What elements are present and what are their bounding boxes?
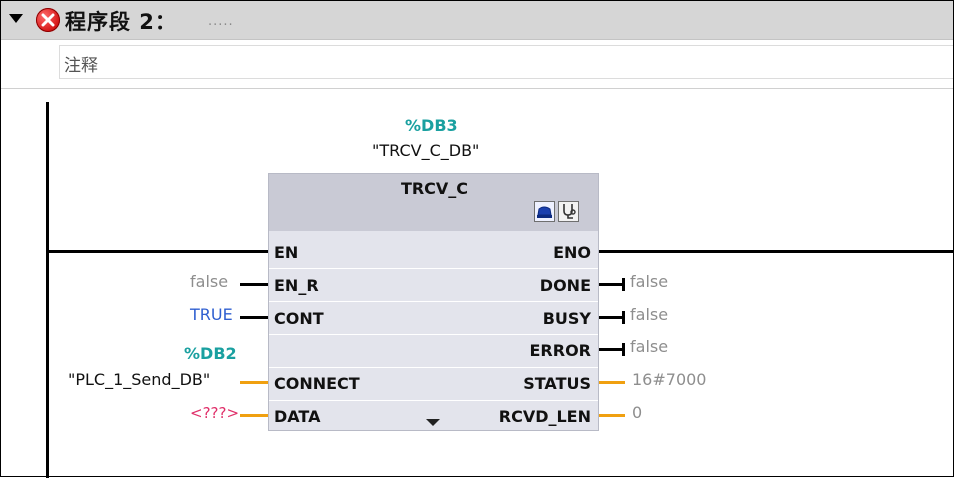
- pin-busy: BUSY: [542, 309, 591, 328]
- block-type-name: TRCV_C: [400, 179, 469, 198]
- power-rail: [46, 102, 49, 478]
- pin-row-separator: [269, 268, 598, 269]
- rcvd-len-wire[interactable]: [599, 414, 625, 417]
- done-wire[interactable]: [599, 283, 623, 286]
- data-value[interactable]: <???>: [190, 404, 239, 422]
- network-comment-field[interactable]: 注释: [59, 45, 953, 79]
- pin-en: EN: [274, 243, 299, 262]
- instance-db-name[interactable]: "TRCV_C_DB": [372, 141, 479, 160]
- instance-db-address[interactable]: %DB3: [405, 116, 458, 135]
- error-terminator: [622, 343, 625, 356]
- pin-eno: ENO: [553, 243, 591, 262]
- data-wire[interactable]: [240, 414, 268, 417]
- busy-terminator: [622, 311, 625, 324]
- cont-wire[interactable]: [240, 316, 268, 319]
- network-comment[interactable]: 注释: [64, 51, 98, 76]
- pin-row-separator: [269, 301, 598, 302]
- pin-done: DONE: [539, 276, 591, 295]
- network-header[interactable]: 程序段 2： .....: [1, 1, 953, 40]
- pin-row-separator: [269, 367, 598, 368]
- connect-wire[interactable]: [240, 381, 268, 384]
- busy-wire[interactable]: [599, 316, 623, 319]
- pin-row-separator: [269, 400, 598, 401]
- pin-connect: CONNECT: [274, 374, 360, 393]
- collapse-arrow-icon[interactable]: [9, 14, 23, 23]
- pin-status: STATUS: [523, 374, 591, 393]
- cont-value[interactable]: TRUE: [190, 305, 233, 324]
- error-wire[interactable]: [599, 348, 623, 351]
- pin-rcvd-len: RCVD_LEN: [498, 407, 591, 426]
- rcvd-len-value[interactable]: 0: [632, 403, 642, 422]
- pin-cont: CONT: [274, 309, 324, 328]
- error-value[interactable]: false: [630, 337, 668, 356]
- status-value[interactable]: 16#7000: [632, 370, 706, 389]
- en-r-value[interactable]: false: [190, 272, 228, 291]
- en-r-wire[interactable]: [240, 283, 268, 286]
- eno-wire[interactable]: [599, 250, 953, 253]
- done-value[interactable]: false: [630, 272, 668, 291]
- status-wire[interactable]: [599, 381, 625, 384]
- network-title-placeholder[interactable]: .....: [208, 14, 234, 29]
- pin-error: ERROR: [529, 341, 592, 360]
- connect-value[interactable]: "PLC_1_Send_DB": [68, 370, 210, 389]
- connect-db-address[interactable]: %DB2: [184, 344, 237, 363]
- divider: [1, 88, 953, 89]
- error-circle-icon: [36, 8, 60, 32]
- pin-data: DATA: [274, 407, 321, 426]
- diagnostics-icon[interactable]: [558, 201, 579, 222]
- busy-value[interactable]: false: [630, 305, 668, 324]
- pin-row-separator: [269, 334, 598, 335]
- expand-pins-arrow-icon[interactable]: [426, 419, 440, 426]
- done-terminator: [622, 278, 625, 291]
- connection-config-icon[interactable]: [534, 201, 555, 222]
- trcv-c-block[interactable]: TRCV_C EN EN_R CONT CONNECT DATA ENO DON…: [268, 173, 599, 431]
- network-title[interactable]: 程序段 2：: [65, 6, 177, 36]
- en-wire[interactable]: [49, 250, 268, 253]
- pin-en-r: EN_R: [274, 276, 319, 295]
